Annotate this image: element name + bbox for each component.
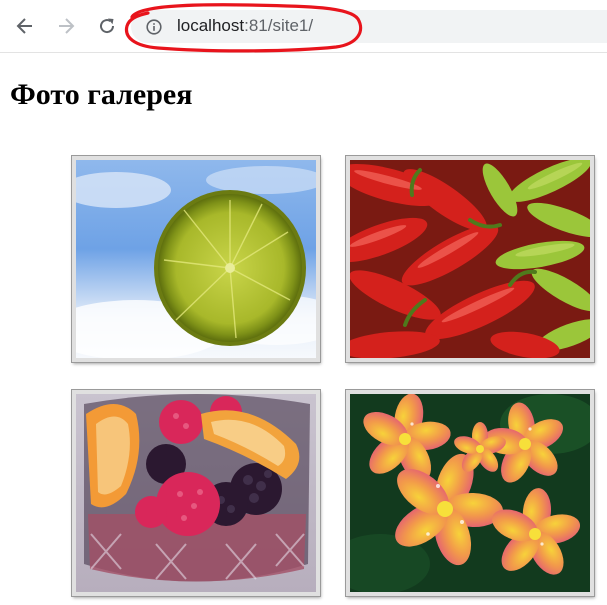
arrow-right-icon [59, 18, 75, 34]
gallery-item-plumeria-flowers[interactable] [345, 389, 595, 597]
page-title: Фото галерея [10, 78, 193, 111]
url-path: :81/site1/ [244, 16, 314, 35]
reload-button[interactable] [94, 13, 120, 39]
gallery-item-fruit-glass[interactable] [71, 389, 321, 597]
reload-icon [100, 18, 115, 34]
gallery-item-peppers[interactable] [345, 155, 595, 363]
address-url[interactable]: localhost:81/site1/ [177, 15, 313, 37]
url-host: localhost [177, 16, 245, 35]
back-button[interactable] [12, 13, 38, 39]
arrow-left-icon [16, 18, 32, 34]
forward-button[interactable] [53, 13, 79, 39]
info-icon[interactable] [146, 19, 162, 35]
photo-lime [76, 160, 316, 358]
browser-toolbar: localhost:81/site1/ [0, 0, 607, 53]
photo-peppers [350, 160, 590, 358]
gallery-item-lime[interactable] [71, 155, 321, 363]
photo-plumeria-flowers [350, 394, 590, 592]
photo-fruit-glass [76, 394, 316, 592]
